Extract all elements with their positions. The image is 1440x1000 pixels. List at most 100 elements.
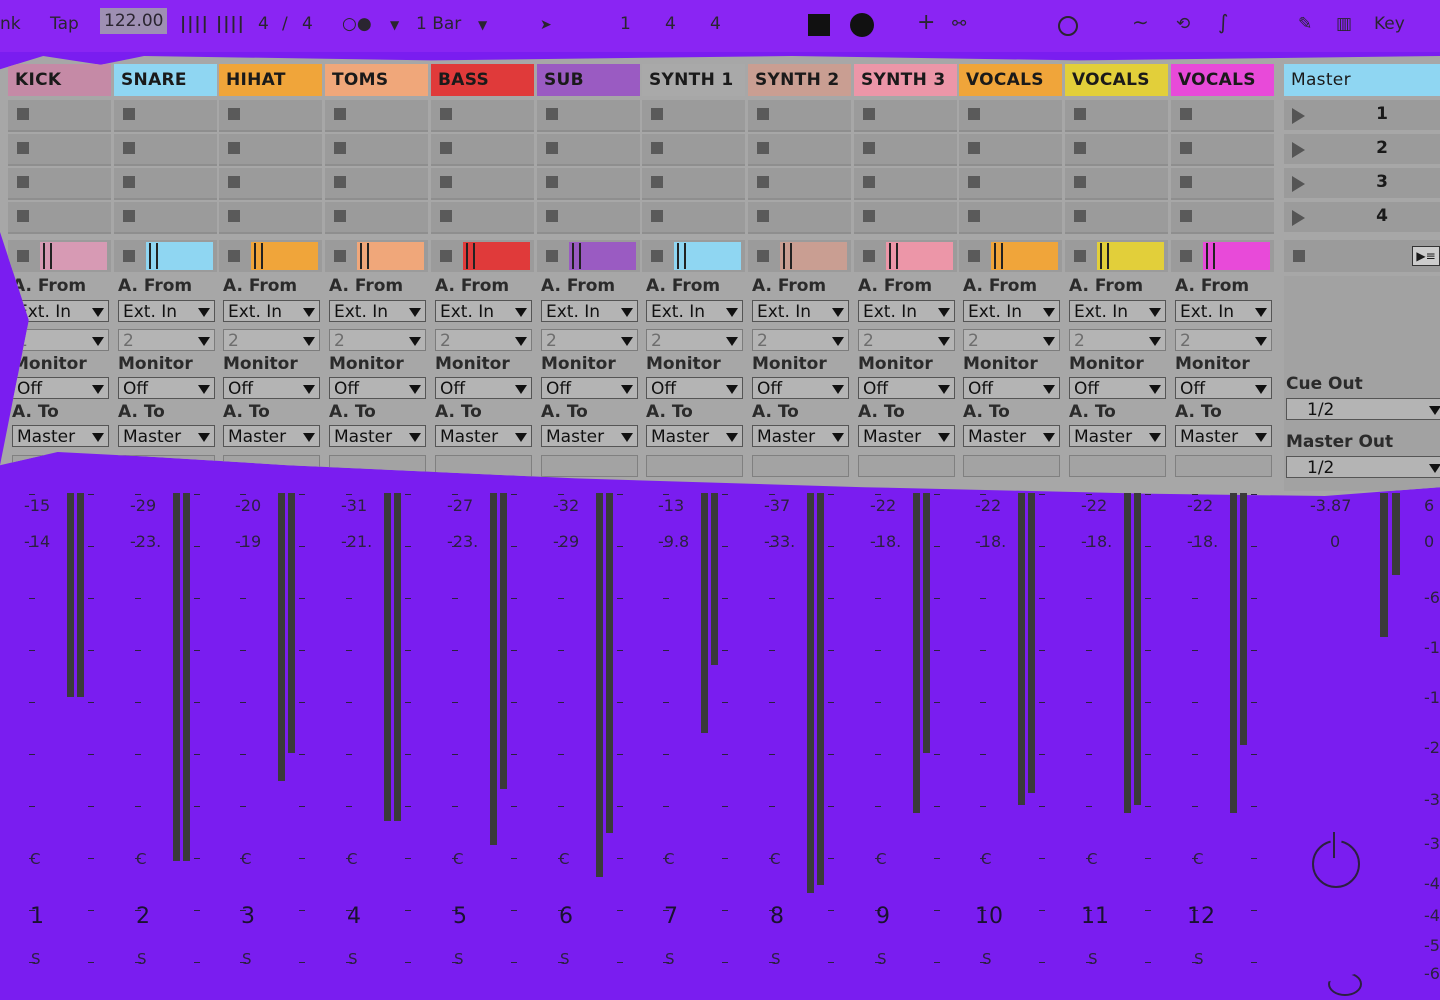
input-channel-select[interactable]: 2	[1175, 329, 1272, 351]
clip-slot[interactable]	[114, 100, 217, 132]
time-sig-numerator[interactable]: 4	[258, 14, 269, 34]
sends-field[interactable]	[435, 455, 532, 477]
clip-slot[interactable]	[325, 100, 428, 132]
solo-button[interactable]: S	[560, 950, 570, 968]
clip-stop-icon[interactable]	[334, 210, 346, 222]
track-number-button[interactable]: 4	[347, 904, 361, 929]
sends-field[interactable]	[541, 455, 638, 477]
master-out-select[interactable]: 1/2	[1286, 456, 1440, 478]
clip-stop-icon[interactable]	[228, 142, 240, 154]
clip-slot[interactable]	[748, 134, 851, 166]
play-selected-icon[interactable]: ▶≡	[1412, 246, 1440, 266]
stop-button-icon[interactable]	[17, 250, 29, 262]
clip-slot[interactable]	[854, 168, 957, 200]
scene-launch-icon[interactable]	[1292, 108, 1305, 124]
track-number-button[interactable]: 11	[1081, 904, 1109, 929]
clip-stop-icon[interactable]	[17, 108, 29, 120]
clip-preview[interactable]	[146, 242, 213, 270]
clip-slot[interactable]	[114, 134, 217, 166]
track-number-button[interactable]: 12	[1187, 904, 1215, 929]
link-button[interactable]: nk	[0, 14, 21, 34]
clip-stop-icon[interactable]	[651, 108, 663, 120]
clip-slot[interactable]	[537, 168, 640, 200]
monitor-select[interactable]: Off	[329, 377, 426, 399]
quantize-select[interactable]: 1 Bar	[416, 14, 461, 34]
input-channel-select[interactable]: 1	[12, 329, 109, 351]
loop-icon[interactable]: ⟲	[1176, 14, 1190, 34]
clip-preview[interactable]	[569, 242, 636, 270]
cue-button[interactable]: C	[770, 850, 780, 868]
clip-slot[interactable]	[325, 134, 428, 166]
clip-slot[interactable]	[8, 168, 111, 200]
metronome-dropdown-icon[interactable]: ▼	[390, 18, 399, 32]
track-header[interactable]: VOCALS 3	[1171, 64, 1274, 122]
clip-slot[interactable]	[8, 100, 111, 132]
input-type-select[interactable]: Ext. In	[646, 300, 743, 322]
output-select[interactable]: Master	[963, 425, 1060, 447]
clip-stop-icon[interactable]	[228, 210, 240, 222]
track-header[interactable]: BASS	[431, 64, 534, 96]
monitor-select[interactable]: Off	[1175, 377, 1272, 399]
metronome-icon[interactable]: ○●	[342, 14, 372, 34]
clip-preview[interactable]	[674, 242, 741, 270]
clip-slot[interactable]	[431, 100, 534, 132]
clip-slot[interactable]	[854, 100, 957, 132]
clip-slot[interactable]	[325, 202, 428, 234]
clip-stop-icon[interactable]	[123, 108, 135, 120]
clip-slot[interactable]	[854, 134, 957, 166]
position-sixteenth[interactable]: 4	[710, 14, 721, 34]
clip-slot[interactable]	[748, 202, 851, 234]
input-type-select[interactable]: Ext. In	[12, 300, 109, 322]
clip-slot[interactable]	[219, 100, 322, 132]
monitor-select[interactable]: Off	[541, 377, 638, 399]
output-select[interactable]: Master	[1069, 425, 1166, 447]
tempo-field[interactable]: 122.00	[100, 8, 168, 34]
clip-stop-icon[interactable]	[17, 142, 29, 154]
stop-button-icon[interactable]	[968, 250, 980, 262]
track-number-button[interactable]: 5	[453, 904, 467, 929]
clip-preview[interactable]	[1203, 242, 1270, 270]
monitor-select[interactable]: Off	[223, 377, 320, 399]
clip-stop-icon[interactable]	[546, 210, 558, 222]
output-select[interactable]: Master	[646, 425, 743, 447]
clip-stop-icon[interactable]	[17, 210, 29, 222]
sends-field[interactable]	[752, 455, 849, 477]
monitor-select[interactable]: Off	[858, 377, 955, 399]
scene-row[interactable]: 2	[1284, 134, 1440, 164]
sends-field[interactable]	[858, 455, 955, 477]
clip-slot[interactable]	[1171, 134, 1274, 166]
clip-slot[interactable]	[642, 134, 745, 166]
clip-stop-icon[interactable]	[863, 108, 875, 120]
input-channel-select[interactable]: 2	[118, 329, 215, 351]
track-header[interactable]: KICK	[8, 64, 111, 96]
clip-slot[interactable]	[959, 168, 1062, 200]
stop-button-icon[interactable]	[228, 250, 240, 262]
master-volume-knob[interactable]	[1312, 840, 1360, 888]
clip-stop-icon[interactable]	[123, 176, 135, 188]
scene-launch-icon[interactable]	[1292, 176, 1305, 192]
monitor-select[interactable]: Off	[963, 377, 1060, 399]
monitor-select[interactable]: Off	[118, 377, 215, 399]
input-type-select[interactable]: Ext. In	[118, 300, 215, 322]
input-channel-select[interactable]: 2	[1069, 329, 1166, 351]
automation-arm-icon[interactable]: ⚯	[952, 14, 966, 34]
cue-out-select[interactable]: 1/2	[1286, 398, 1440, 420]
track-header[interactable]: SNARE	[114, 64, 217, 96]
solo-button[interactable]: S	[454, 950, 464, 968]
clip-slot[interactable]	[114, 202, 217, 234]
sends-field[interactable]	[646, 455, 743, 477]
clip-stop-icon[interactable]	[334, 108, 346, 120]
track-header[interactable]: HIHAT	[219, 64, 322, 96]
stop-button-icon[interactable]	[123, 250, 135, 262]
tap-button[interactable]: Tap	[50, 14, 79, 34]
cue-button[interactable]: C	[981, 850, 991, 868]
clip-stop-icon[interactable]	[123, 142, 135, 154]
session-record-icon[interactable]	[1058, 16, 1078, 36]
solo-button[interactable]: S	[982, 950, 992, 968]
output-select[interactable]: Master	[541, 425, 638, 447]
midi-map-icon[interactable]: ▥	[1336, 14, 1352, 34]
clip-slot[interactable]	[1065, 202, 1168, 234]
clip-slot[interactable]	[642, 100, 745, 132]
input-channel-select[interactable]: 2	[541, 329, 638, 351]
track-number-button[interactable]: 3	[241, 904, 255, 929]
